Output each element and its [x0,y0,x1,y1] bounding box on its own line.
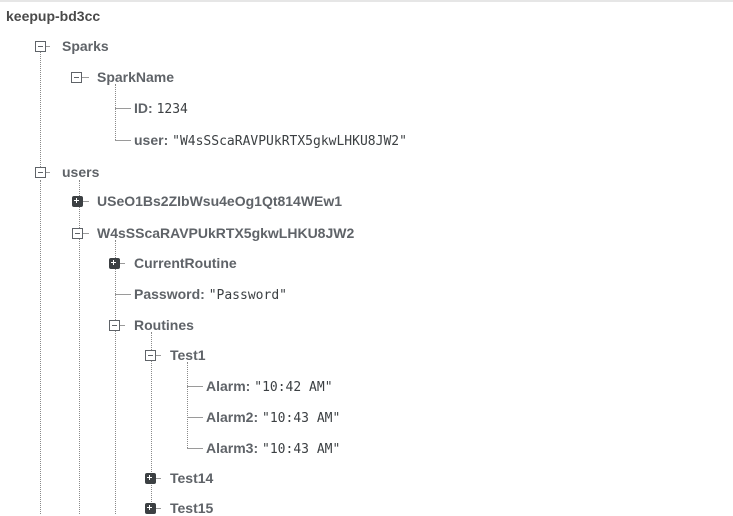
tree-connector [187,386,203,387]
alarm-field[interactable]: Alarm: "10:42 AM" [206,378,333,396]
test1-collapse-icon[interactable] [145,350,156,361]
routines-node-label[interactable]: Routines [134,317,194,333]
sparks-node-label[interactable]: Sparks [62,38,109,54]
field-key: ID: [134,100,153,116]
sparks-collapse-icon[interactable] [35,41,46,52]
tree-connector [115,108,131,109]
sparkname-id-field[interactable]: ID: 1234 [134,100,188,118]
sparkname-collapse-icon[interactable] [71,72,82,83]
field-key: Alarm2: [206,409,259,425]
test1-node-label[interactable]: Test1 [170,347,206,363]
user1-node-label[interactable]: USeO1Bs2ZIbWsu4eOg1Qt814WEw1 [97,193,342,209]
currentroutine-node-label[interactable]: CurrentRoutine [134,255,237,271]
tree-connector [187,448,203,449]
tree-connector [187,417,203,418]
routines-collapse-icon[interactable] [109,320,120,331]
field-key: Password: [134,286,205,302]
password-field[interactable]: Password: "Password" [134,286,287,304]
test15-expand-icon[interactable] [145,503,156,514]
root-node-label[interactable]: keepup-bd3cc [6,8,100,24]
tree-connector [115,294,131,295]
field-key: user: [134,132,169,148]
tree-connector [115,140,131,141]
currentroutine-expand-icon[interactable] [109,258,120,269]
test14-node-label[interactable]: Test14 [170,470,213,486]
top-divider [0,0,733,2]
tree-connector [115,84,116,140]
user2-collapse-icon[interactable] [72,228,83,239]
tree-connector [40,180,41,514]
sparkname-node-label[interactable]: SparkName [97,69,174,85]
field-key: Alarm: [206,378,251,394]
field-value: "W4sSScaRAVPUkRTX5gkwLHKU8JW2" [172,134,407,149]
field-key: Alarm3: [206,440,259,456]
database-tree: keepup-bd3cc Sparks SparkName ID: 1234 u… [0,0,733,516]
alarm2-field[interactable]: Alarm2: "10:43 AM" [206,409,340,427]
field-value: "10:42 AM" [254,380,333,395]
test14-expand-icon[interactable] [145,473,156,484]
users-node-label[interactable]: users [62,164,99,180]
user1-expand-icon[interactable] [72,196,83,207]
tree-connector [187,362,188,448]
field-value: "Password" [208,288,287,303]
tree-connector [115,240,116,514]
tree-connector [40,46,41,173]
users-collapse-icon[interactable] [35,167,46,178]
sparkname-user-field[interactable]: user: "W4sSScaRAVPUkRTX5gkwLHKU8JW2" [134,132,407,150]
field-value: "10:43 AM" [262,411,341,426]
field-value: 1234 [156,102,188,117]
field-value: "10:43 AM" [262,442,341,457]
alarm3-field[interactable]: Alarm3: "10:43 AM" [206,440,340,458]
user2-node-label[interactable]: W4sSScaRAVPUkRTX5gkwLHKU8JW2 [97,225,354,241]
